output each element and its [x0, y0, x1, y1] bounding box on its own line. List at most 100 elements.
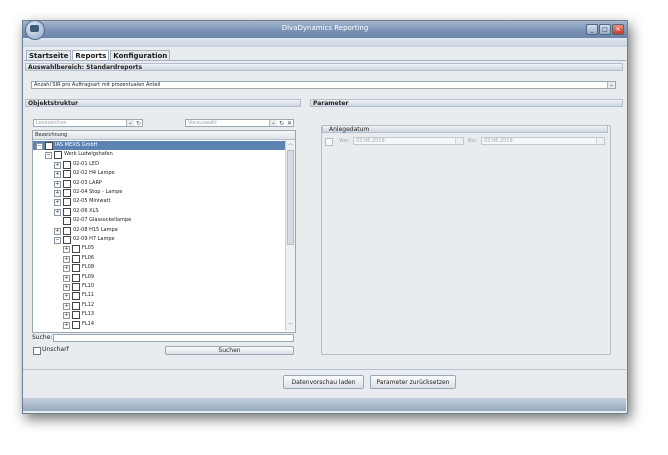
- column-header-bezeichnung[interactable]: Bezeichnung: [33, 131, 295, 140]
- tree-item[interactable]: 02-07 Glassockellampe: [33, 216, 285, 226]
- tree-item[interactable]: − Werk Ludwigshafen: [33, 150, 285, 160]
- expand-icon[interactable]: +: [63, 274, 70, 282]
- date-filter-checkbox[interactable]: [325, 138, 333, 146]
- tree-item[interactable]: + FL08: [33, 263, 285, 273]
- tree-item-checkbox[interactable]: [63, 179, 71, 188]
- bookmark-select[interactable]: Lesezeichen ⌄ ↻: [33, 119, 143, 127]
- tree-item-checkbox[interactable]: [63, 226, 71, 235]
- scroll-down-icon[interactable]: ﹀: [287, 323, 294, 330]
- tab-reports[interactable]: Reports: [72, 50, 110, 60]
- title-bar[interactable]: DivaDynamics Reporting _ □ ✕: [23, 21, 627, 38]
- object-tree[interactable]: Bezeichnung − IAS MEXIS GmbH − Werk Ludwigs…: [32, 130, 296, 333]
- load-preview-button[interactable]: Datenvorschau laden: [283, 375, 364, 389]
- tree-item-checkbox[interactable]: [54, 151, 62, 160]
- status-bar: [23, 398, 626, 411]
- tree-item-checkbox[interactable]: [45, 142, 53, 150]
- preselect-placeholder: Vorauswahl: [188, 120, 217, 126]
- tree-item-checkbox[interactable]: [72, 254, 80, 263]
- parameter-header: Parameter: [310, 99, 623, 107]
- preselect-select[interactable]: Vorauswahl ⌄ ↻ ✕: [185, 119, 294, 127]
- tree-item[interactable]: + FL06: [33, 254, 285, 263]
- tree-item[interactable]: − IAS MEXIS GmbH: [33, 141, 285, 150]
- expand-icon[interactable]: +: [54, 190, 61, 197]
- tree-item-checkbox[interactable]: [63, 189, 71, 197]
- report-select-value: Anzahl SIR pro Auftragsart mit prozentua…: [34, 82, 161, 88]
- expand-icon[interactable]: +: [54, 199, 61, 207]
- tree-item-label: 02-01 LED: [73, 160, 99, 167]
- tree-item-checkbox[interactable]: [63, 170, 71, 179]
- to-date-value: 03.06.2019: [484, 138, 513, 144]
- tree-item-checkbox[interactable]: [63, 217, 71, 226]
- expand-icon[interactable]: +: [54, 208, 61, 216]
- tree-item-checkbox[interactable]: [63, 198, 71, 207]
- tree-item[interactable]: +02-02 H4 Lampe: [33, 169, 285, 179]
- tree-item[interactable]: +02-05 Miniwatt: [33, 197, 285, 207]
- chevron-down-icon[interactable]: ⌄: [607, 82, 615, 88]
- tab-konfiguration[interactable]: Konfiguration: [110, 50, 171, 60]
- expand-icon[interactable]: +: [54, 171, 61, 179]
- tree-item-checkbox[interactable]: [72, 311, 80, 320]
- expand-icon[interactable]: +: [54, 161, 61, 169]
- tree-item-label: 02-06 XLS: [73, 207, 99, 214]
- tree-item[interactable]: + FL09: [33, 273, 285, 282]
- maximize-button[interactable]: □: [599, 24, 611, 35]
- chevron-down-icon[interactable]: ⌄: [126, 120, 134, 126]
- tree-item-checkbox[interactable]: [72, 301, 80, 310]
- expand-icon[interactable]: +: [63, 312, 70, 320]
- tree-item[interactable]: + FL05: [33, 244, 285, 254]
- tree-item[interactable]: + FL14: [33, 320, 285, 329]
- from-date-field[interactable]: 03.06.2019: [353, 137, 464, 145]
- expand-icon[interactable]: +: [63, 284, 70, 291]
- tree-item[interactable]: − 02-09 H7 Lampe: [33, 235, 285, 244]
- collapse-icon[interactable]: −: [54, 237, 61, 244]
- scroll-thumb[interactable]: [287, 150, 294, 245]
- expand-icon[interactable]: +: [63, 302, 70, 310]
- expand-icon[interactable]: +: [54, 227, 61, 235]
- minimize-button[interactable]: _: [586, 24, 598, 35]
- search-input[interactable]: [53, 334, 294, 342]
- expand-icon[interactable]: +: [63, 321, 70, 329]
- tree-item-checkbox[interactable]: [63, 160, 71, 169]
- collapse-icon[interactable]: −: [36, 143, 43, 150]
- refresh-icon[interactable]: ↻: [135, 120, 142, 126]
- tree-item-checkbox[interactable]: [72, 292, 80, 301]
- tree-item-checkbox[interactable]: [72, 264, 80, 273]
- tree-item[interactable]: +02-01 LED: [33, 160, 285, 169]
- search-button[interactable]: Suchen: [165, 346, 294, 355]
- expand-icon[interactable]: +: [63, 246, 70, 254]
- clear-icon[interactable]: ✕: [286, 120, 293, 126]
- to-date-field[interactable]: 03.06.2019: [481, 137, 605, 145]
- tree-item[interactable]: +02-08 H15 Lampe: [33, 226, 285, 235]
- app-logo-icon: [25, 20, 45, 40]
- tree-item[interactable]: + FL13: [33, 310, 285, 320]
- chevron-down-icon[interactable]: ⌄: [269, 120, 277, 126]
- expand-icon[interactable]: +: [63, 265, 70, 273]
- calendar-dropdown-icon[interactable]: [596, 138, 604, 144]
- tree-item-checkbox[interactable]: [72, 245, 80, 254]
- tree-item-checkbox[interactable]: [72, 273, 80, 282]
- report-select[interactable]: Anzahl SIR pro Auftragsart mit prozentua…: [31, 81, 616, 89]
- tree-item-checkbox[interactable]: [63, 207, 71, 216]
- tree-item[interactable]: + FL11: [33, 291, 285, 301]
- expand-icon[interactable]: +: [63, 293, 70, 301]
- collapse-icon[interactable]: −: [45, 152, 52, 160]
- tree-scrollbar[interactable]: ︿ ﹀: [285, 140, 295, 331]
- tree-item[interactable]: +02-04 Stop - Lampe: [33, 188, 285, 197]
- close-button[interactable]: ✕: [612, 24, 624, 35]
- tree-item-label: FL10: [82, 283, 95, 289]
- scroll-up-icon[interactable]: ︿: [287, 141, 294, 148]
- fuzzy-checkbox[interactable]: [33, 347, 41, 355]
- tree-item[interactable]: +02-06 XLS: [33, 207, 285, 216]
- tree-item[interactable]: + FL10: [33, 282, 285, 291]
- tree-item-checkbox[interactable]: [63, 236, 71, 244]
- refresh-icon[interactable]: ↻: [278, 120, 285, 126]
- tab-startseite[interactable]: Startseite: [26, 50, 72, 60]
- calendar-dropdown-icon[interactable]: [455, 138, 463, 144]
- expand-icon[interactable]: +: [54, 180, 61, 188]
- tree-item-checkbox[interactable]: [72, 320, 80, 329]
- tree-item-checkbox[interactable]: [72, 283, 80, 291]
- tree-item[interactable]: + FL12: [33, 301, 285, 310]
- expand-icon[interactable]: +: [63, 255, 70, 263]
- tree-item[interactable]: +02-03 LARP: [33, 179, 285, 188]
- reset-parameters-button[interactable]: Parameter zurücksetzen: [370, 375, 456, 389]
